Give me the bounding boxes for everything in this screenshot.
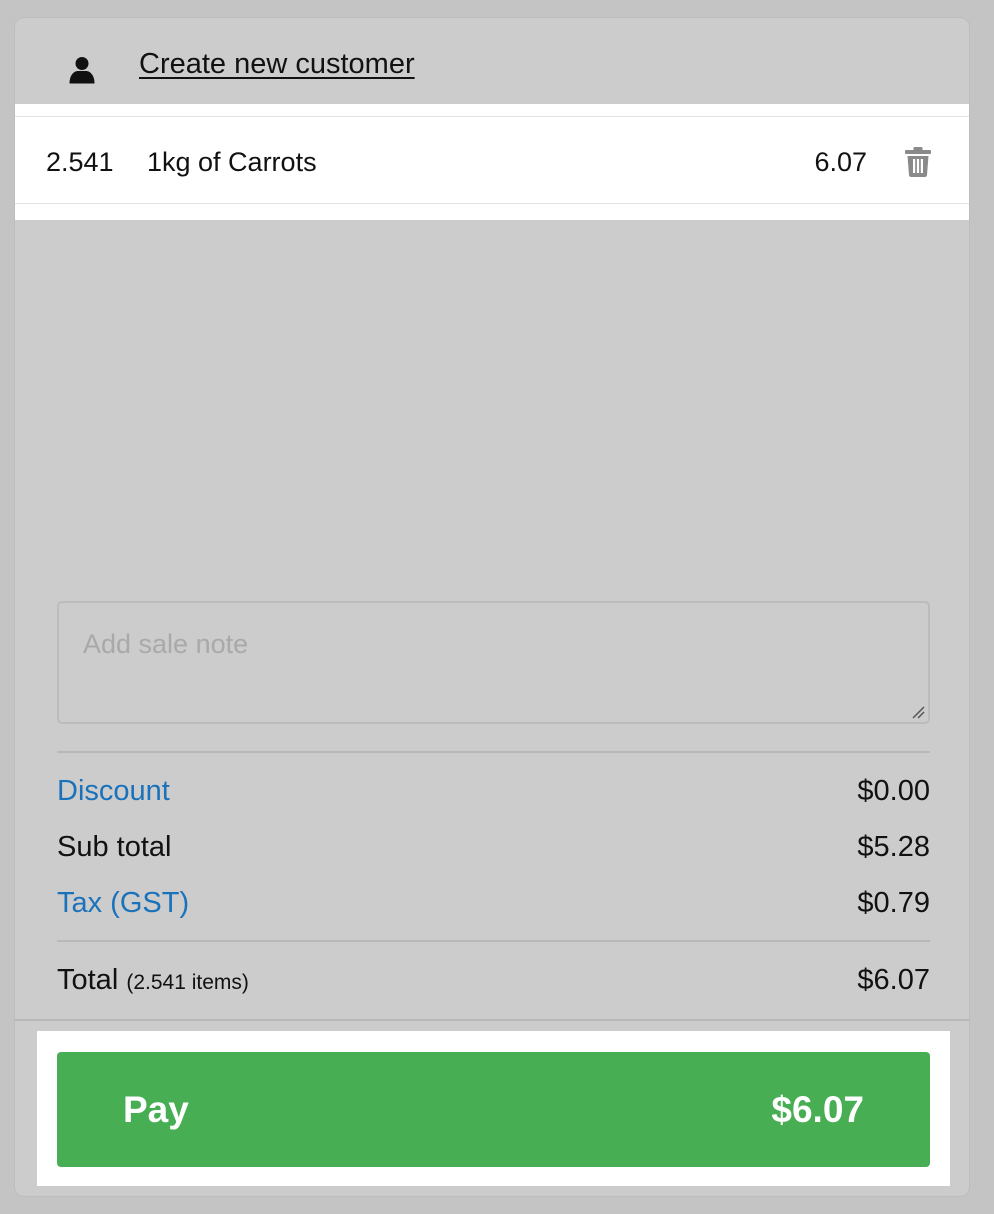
pay-button-label: Pay <box>123 1089 189 1130</box>
line-item-name: 1kg of Carrots <box>147 147 317 177</box>
resize-handle-icon[interactable] <box>911 705 925 719</box>
tax-link[interactable]: Tax (GST) <box>57 887 189 920</box>
sale-note-input[interactable] <box>59 603 928 722</box>
subtotal-value: $5.28 <box>857 831 930 863</box>
total-label: Total <box>57 964 119 996</box>
total-row: Total (2.541 items) $6.07 <box>57 964 930 1004</box>
line-item[interactable]: 2.541 1kg of Carrots 6.07 <box>15 116 969 204</box>
totals-divider-bottom <box>57 940 930 942</box>
total-items-count: (2.541 items) <box>126 971 249 994</box>
subtotal-label: Sub total <box>57 831 172 863</box>
total-label-group: Total (2.541 items) <box>57 964 249 997</box>
total-value: $6.07 <box>857 964 930 996</box>
trash-icon[interactable] <box>905 147 931 177</box>
tax-value: $0.79 <box>857 887 930 919</box>
line-items-list: 2.541 1kg of Carrots 6.07 <box>15 104 969 220</box>
discount-row: Discount $0.00 <box>57 775 930 815</box>
discount-link[interactable]: Discount <box>57 775 170 808</box>
sale-note-field[interactable] <box>57 601 930 724</box>
line-item-quantity[interactable]: 2.541 <box>46 147 114 178</box>
sale-panel: Create new customer 2.541 1kg of Carrots… <box>14 17 970 1197</box>
line-item-price: 6.07 <box>814 147 867 177</box>
pay-button-amount: $6.07 <box>771 1089 864 1130</box>
customer-row: Create new customer <box>15 18 969 104</box>
user-icon <box>69 57 95 84</box>
pay-button[interactable]: Pay $6.07 <box>57 1052 930 1167</box>
tax-row: Tax (GST) $0.79 <box>57 887 930 927</box>
discount-value: $0.00 <box>857 775 930 807</box>
create-new-customer-link[interactable]: Create new customer <box>139 48 415 81</box>
totals-divider-top <box>57 751 930 753</box>
pay-area: Pay $6.07 <box>37 1031 950 1186</box>
subtotal-row: Sub total $5.28 <box>57 831 930 871</box>
footer-divider <box>15 1019 969 1021</box>
